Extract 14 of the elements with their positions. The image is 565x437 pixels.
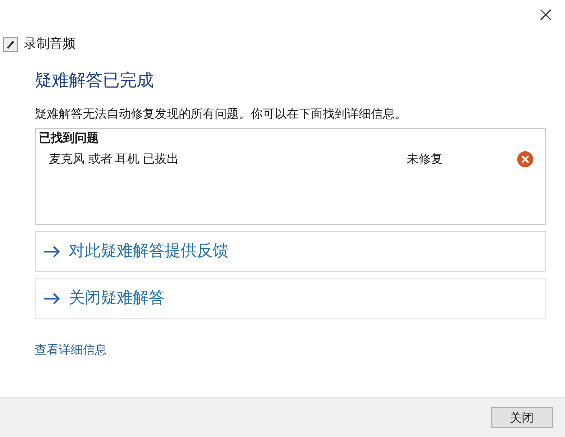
action-link[interactable]: 对此疑难解答提供反馈 bbox=[35, 231, 546, 272]
description-text: 疑难解答无法自动修复发现的所有问题。你可以在下面找到详细信息。 bbox=[35, 106, 408, 122]
arrow-icon bbox=[43, 246, 61, 258]
action-link[interactable]: 关闭疑难解答 bbox=[35, 278, 546, 319]
error-icon bbox=[517, 150, 534, 168]
window-title: 录制音频 bbox=[24, 35, 76, 54]
arrow-icon bbox=[43, 292, 61, 304]
page-heading: 疑难解答已完成 bbox=[35, 70, 155, 92]
details-link[interactable]: 查看详细信息 bbox=[35, 341, 107, 359]
problem-status: 未修复 bbox=[407, 151, 444, 168]
panel-title: 已找到问题 bbox=[39, 130, 100, 146]
close-dialog-button[interactable]: 关闭 bbox=[491, 407, 553, 428]
close-icon bbox=[540, 9, 552, 21]
problem-name: 麦克风 或者 耳机 已拔出 bbox=[49, 151, 180, 168]
